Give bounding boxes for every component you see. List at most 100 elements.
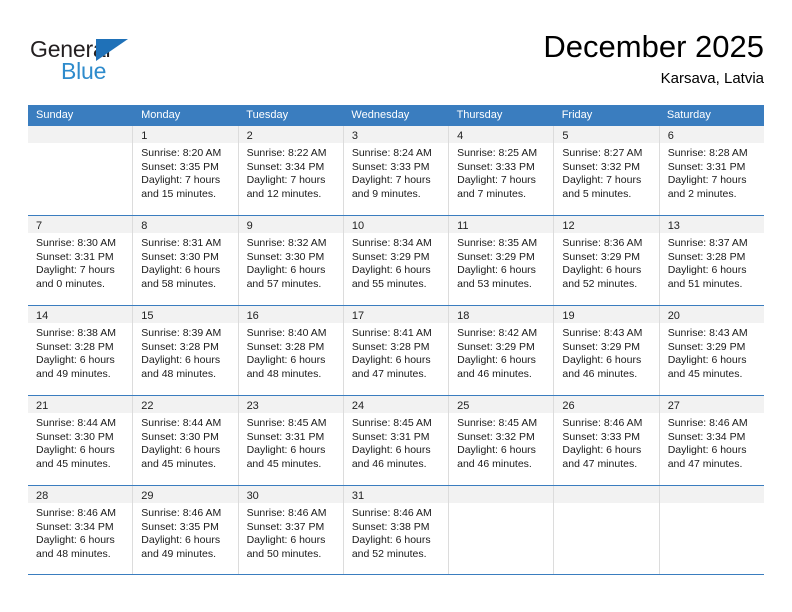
- calendar-day-cell[interactable]: 31 Sunrise: 8:46 AM Sunset: 3:38 PM Dayligh…: [343, 486, 450, 574]
- calendar-day-cell[interactable]: 15 Sunrise: 8:39 AM Sunset: 3:28 PM Dayligh…: [133, 306, 239, 395]
- sunrise-text: Sunrise: 8:35 AM: [457, 237, 538, 249]
- weekday-header-tuesday: Tuesday: [246, 109, 289, 121]
- calendar-day-cell[interactable]: 7 Sunrise: 8:30 AM Sunset: 3:31 PM Daylight…: [28, 216, 134, 305]
- day-number-bar: 6: [659, 126, 764, 143]
- sunset-text: Sunset: 3:29 PM: [351, 250, 430, 263]
- daylight-text-line2: and 9 minutes.: [351, 187, 421, 200]
- sunset-text: Sunset: 3:38 PM: [351, 520, 430, 533]
- calendar-day-cell[interactable]: 24 Sunrise: 8:45 AM Sunset: 3:31 PM Dayligh…: [343, 396, 450, 485]
- day-details: Sunrise: 8:40 AM Sunset: 3:28 PM Daylight:…: [239, 323, 343, 381]
- daylight-text-line1: Daylight: 6 hours: [351, 354, 431, 367]
- calendar-day-cell[interactable]: 25 Sunrise: 8:45 AM Sunset: 3:32 PM Dayligh…: [449, 396, 555, 485]
- day-number: 13: [667, 220, 680, 232]
- weekday-header-sunday: Sunday: [36, 109, 74, 121]
- day-number: 28: [36, 490, 49, 502]
- calendar-day-cell[interactable]: 13 Sunrise: 8:37 AM Sunset: 3:28 PM Dayligh…: [659, 216, 764, 305]
- calendar-day-cell[interactable]: 23 Sunrise: 8:45 AM Sunset: 3:31 PM Dayligh…: [238, 396, 344, 485]
- daylight-text-line2: and 46 minutes.: [562, 367, 638, 380]
- calendar-day-cell[interactable]: 2 Sunrise: 8:22 AM Sunset: 3:34 PM Daylight…: [238, 126, 344, 215]
- day-number: 14: [36, 310, 49, 322]
- day-number: 30: [246, 490, 259, 502]
- daylight-text-line1: Daylight: 6 hours: [141, 264, 221, 277]
- calendar-day-cell[interactable]: 19 Sunrise: 8:43 AM Sunset: 3:29 PM Dayligh…: [554, 306, 660, 395]
- calendar-week-row: 1 Sunrise: 8:20 AM Sunset: 3:35 PM Daylight…: [28, 125, 764, 215]
- day-details: Sunrise: 8:28 AM Sunset: 3:31 PM Daylight:…: [660, 143, 764, 201]
- sunset-text: Sunset: 3:31 PM: [351, 430, 430, 443]
- calendar-day-cell[interactable]: 27 Sunrise: 8:46 AM Sunset: 3:34 PM Dayligh…: [659, 396, 764, 485]
- calendar-day-cell[interactable]: 4 Sunrise: 8:25 AM Sunset: 3:33 PM Daylight…: [449, 126, 555, 215]
- daylight-text-line2: and 52 minutes.: [351, 547, 427, 560]
- generalblue-logo[interactable]: General Blue: [30, 36, 160, 88]
- day-number-bar: 23: [238, 396, 343, 413]
- calendar-day-cell[interactable]: 9 Sunrise: 8:32 AM Sunset: 3:30 PM Daylight…: [238, 216, 344, 305]
- daylight-text-line2: and 57 minutes.: [246, 277, 322, 290]
- calendar-day-cell[interactable]: 12 Sunrise: 8:36 AM Sunset: 3:29 PM Dayligh…: [554, 216, 660, 305]
- calendar-day-cell[interactable]: 26 Sunrise: 8:46 AM Sunset: 3:33 PM Dayligh…: [554, 396, 660, 485]
- calendar-day-cell[interactable]: 17 Sunrise: 8:41 AM Sunset: 3:28 PM Dayligh…: [343, 306, 450, 395]
- day-details: Sunrise: 8:36 AM Sunset: 3:29 PM Daylight:…: [554, 233, 658, 291]
- daylight-text-line1: Daylight: 6 hours: [36, 534, 115, 547]
- calendar-day-cell[interactable]: 6 Sunrise: 8:28 AM Sunset: 3:31 PM Daylight…: [659, 126, 764, 215]
- daylight-text-line2: and 7 minutes.: [457, 187, 527, 200]
- day-number: 26: [562, 400, 575, 412]
- daylight-text-line2: and 5 minutes.: [562, 187, 632, 200]
- daylight-text-line2: and 0 minutes.: [36, 277, 105, 290]
- daylight-text-line1: Daylight: 7 hours: [667, 174, 747, 187]
- calendar-day-cell[interactable]: 8 Sunrise: 8:31 AM Sunset: 3:30 PM Daylight…: [133, 216, 239, 305]
- day-number: 1: [141, 130, 148, 142]
- calendar-day-cell[interactable]: 20 Sunrise: 8:43 AM Sunset: 3:29 PM Dayligh…: [659, 306, 764, 395]
- calendar-day-cell[interactable]: 21 Sunrise: 8:44 AM Sunset: 3:30 PM Dayligh…: [28, 396, 134, 485]
- day-number: 4: [457, 130, 464, 142]
- sunrise-text: Sunrise: 8:39 AM: [141, 327, 222, 339]
- day-number: 6: [667, 130, 674, 142]
- day-details: Sunrise: 8:30 AM Sunset: 3:31 PM Daylight:…: [28, 233, 132, 291]
- day-number-bar: 25: [449, 396, 554, 413]
- daylight-text-line2: and 47 minutes.: [562, 457, 638, 470]
- daylight-text-line2: and 53 minutes.: [457, 277, 532, 290]
- calendar-day-cell[interactable]: 22 Sunrise: 8:44 AM Sunset: 3:30 PM Dayligh…: [133, 396, 239, 485]
- day-number: 11: [457, 220, 469, 232]
- calendar-day-cell[interactable]: 16 Sunrise: 8:40 AM Sunset: 3:28 PM Dayligh…: [238, 306, 344, 395]
- weekday-header-friday: Friday: [561, 109, 593, 121]
- calendar-day-cell[interactable]: 14 Sunrise: 8:38 AM Sunset: 3:28 PM Dayligh…: [28, 306, 134, 395]
- sunset-text: Sunset: 3:30 PM: [246, 250, 325, 263]
- daylight-text-line2: and 51 minutes.: [667, 277, 743, 290]
- sunrise-text: Sunrise: 8:45 AM: [351, 417, 432, 429]
- day-details: Sunrise: 8:45 AM Sunset: 3:31 PM Daylight:…: [239, 413, 343, 471]
- calendar-day-cell[interactable]: 18 Sunrise: 8:42 AM Sunset: 3:29 PM Dayligh…: [449, 306, 555, 395]
- daylight-text-line1: Daylight: 6 hours: [36, 444, 115, 457]
- calendar-day-cell[interactable]: 29 Sunrise: 8:46 AM Sunset: 3:35 PM Dayligh…: [133, 486, 239, 574]
- calendar-day-cell[interactable]: 10 Sunrise: 8:34 AM Sunset: 3:29 PM Dayligh…: [343, 216, 450, 305]
- daylight-text-line2: and 48 minutes.: [36, 547, 111, 560]
- calendar-day-cell[interactable]: 1 Sunrise: 8:20 AM Sunset: 3:35 PM Daylight…: [133, 126, 239, 215]
- calendar-day-cell[interactable]: 11 Sunrise: 8:35 AM Sunset: 3:29 PM Dayligh…: [449, 216, 555, 305]
- sunset-text: Sunset: 3:31 PM: [246, 430, 325, 443]
- day-number: 12: [562, 220, 575, 232]
- sunrise-text: Sunrise: 8:41 AM: [351, 327, 432, 339]
- day-number-bar: 3: [343, 126, 449, 143]
- calendar-day-cell[interactable]: 28 Sunrise: 8:46 AM Sunset: 3:34 PM Dayligh…: [28, 486, 134, 574]
- day-number: 31: [351, 490, 365, 502]
- sunset-text: Sunset: 3:30 PM: [141, 250, 219, 263]
- day-number-bar: 10: [343, 216, 449, 233]
- calendar-day-cell[interactable]: 5 Sunrise: 8:27 AM Sunset: 3:32 PM Daylight…: [554, 126, 660, 215]
- daylight-text-line2: and 12 minutes.: [246, 187, 322, 200]
- daylight-text-line1: Daylight: 6 hours: [246, 444, 326, 457]
- calendar-day-cell[interactable]: 30 Sunrise: 8:46 AM Sunset: 3:37 PM Dayligh…: [238, 486, 344, 574]
- calendar-day-cell[interactable]: 3 Sunrise: 8:24 AM Sunset: 3:33 PM Daylight…: [343, 126, 450, 215]
- day-number-bar: 26: [554, 396, 659, 413]
- sunset-text: Sunset: 3:28 PM: [141, 340, 219, 353]
- day-details: Sunrise: 8:31 AM Sunset: 3:30 PM Daylight:…: [133, 233, 237, 291]
- sunrise-text: Sunrise: 8:45 AM: [457, 417, 538, 429]
- sunset-text: Sunset: 3:37 PM: [246, 520, 325, 533]
- day-number-bar: 15: [133, 306, 238, 323]
- sunrise-text: Sunrise: 8:36 AM: [562, 237, 643, 249]
- daylight-text-line2: and 58 minutes.: [141, 277, 216, 290]
- daylight-text-line1: Daylight: 7 hours: [562, 174, 642, 187]
- day-number: 15: [141, 310, 154, 322]
- day-details: Sunrise: 8:24 AM Sunset: 3:33 PM Daylight:…: [344, 143, 448, 201]
- daylight-text-line2: and 49 minutes.: [141, 547, 216, 560]
- daylight-text-line1: Daylight: 6 hours: [457, 264, 536, 277]
- day-number: 23: [246, 400, 259, 412]
- daylight-text-line1: Daylight: 6 hours: [562, 354, 642, 367]
